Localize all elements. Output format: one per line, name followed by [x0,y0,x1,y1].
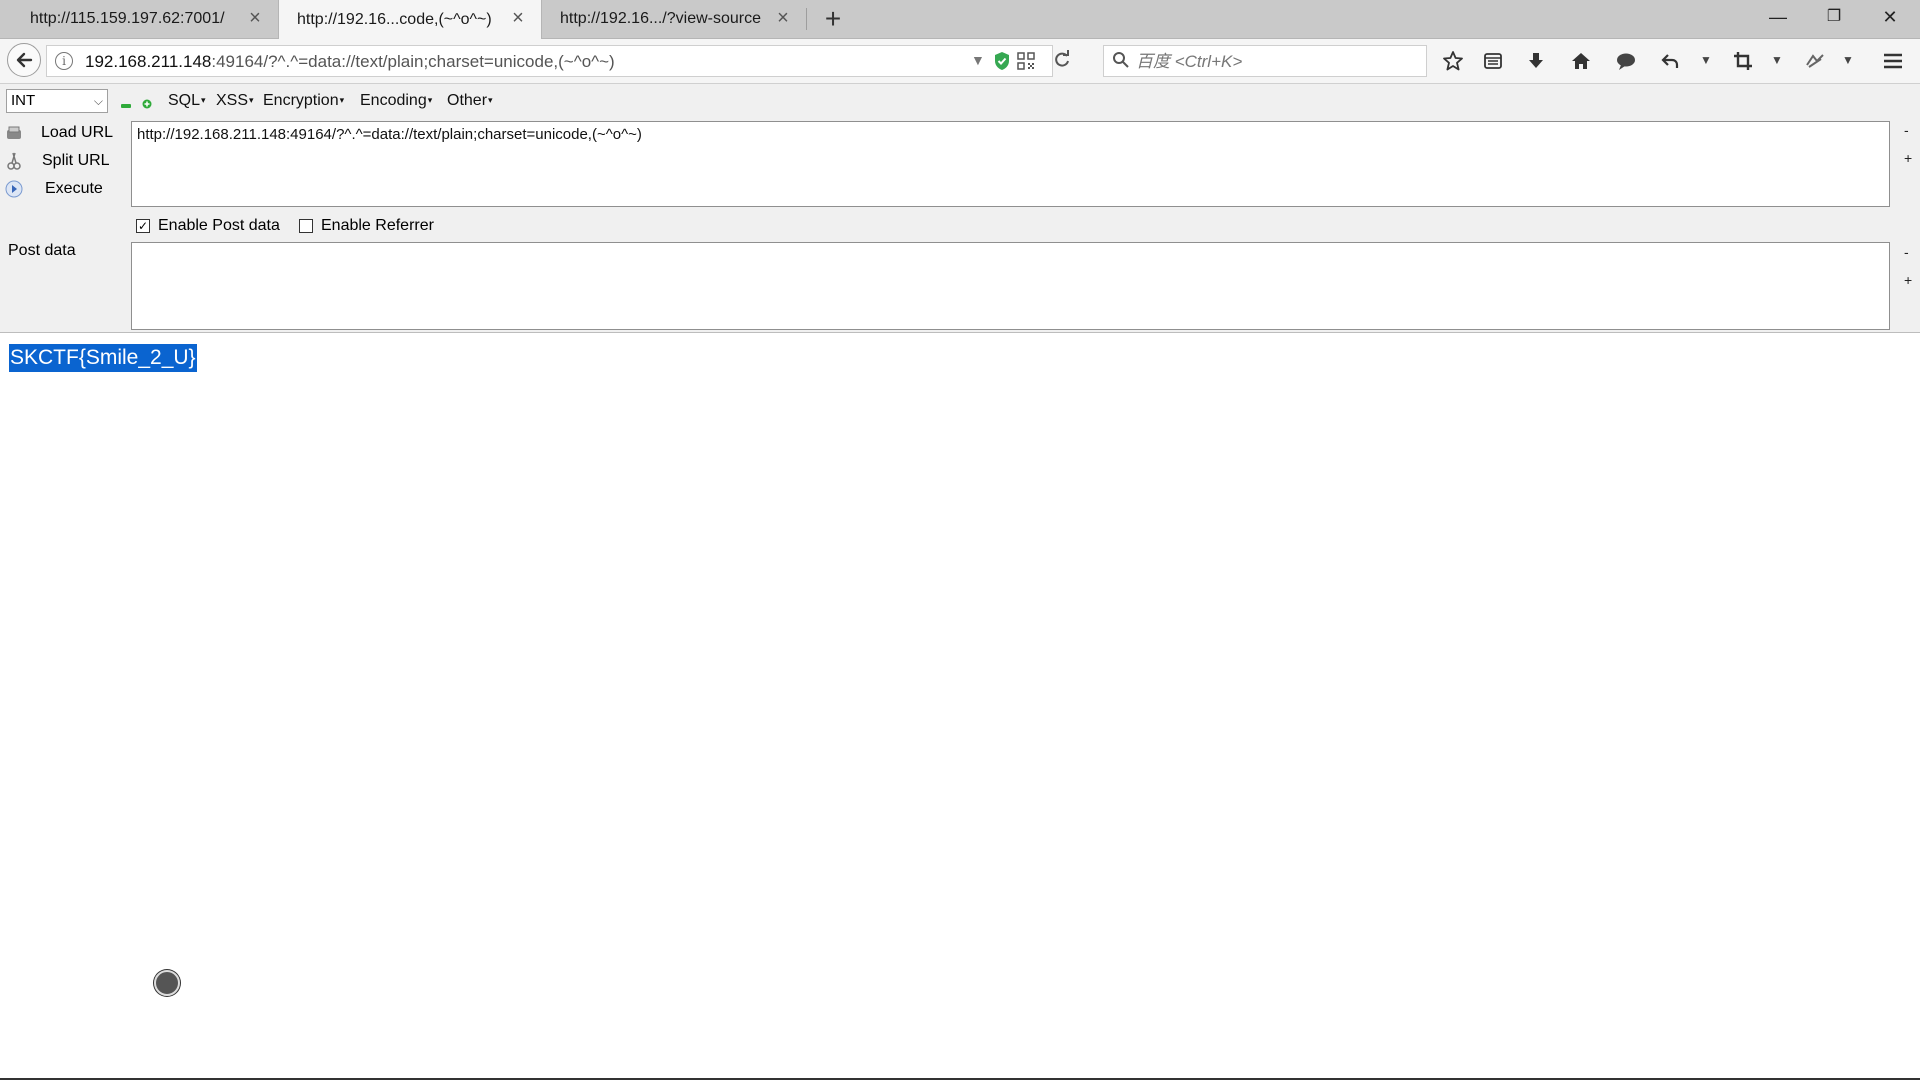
url-shrink-button[interactable]: - [1904,122,1909,138]
chevron-down-icon[interactable]: ▼ [1842,53,1854,67]
post-shrink-button[interactable]: - [1904,244,1909,260]
load-url-button[interactable]: Load URL [0,122,120,146]
search-icon [1113,52,1129,68]
minimize-button[interactable]: — [1750,0,1806,34]
new-tab-button[interactable]: + [818,4,848,34]
enable-post-data-checkbox[interactable]: ✓ Enable Post data [136,217,280,235]
post-data-textarea[interactable] [131,242,1890,330]
close-icon[interactable]: × [509,8,527,28]
url-grow-button[interactable]: + [1904,150,1912,166]
url-text[interactable]: 192.168.211.148:49164/?^.^=data://text/p… [85,52,615,72]
home-icon[interactable] [1568,49,1594,73]
address-bar[interactable]: i 192.168.211.148:49164/?^.^=data://text… [46,45,1069,77]
bookmark-star-icon[interactable] [1440,49,1466,73]
chevron-down-icon[interactable]: ▼ [1771,53,1783,67]
menu-icon[interactable] [1880,49,1906,73]
tab-title: http://192.16...code,(~^o^~) [297,10,492,28]
chevron-down-icon: ⌵ [93,94,103,108]
enable-referrer-label: Enable Referrer [321,217,434,234]
chat-icon[interactable] [1613,49,1639,73]
menu-encoding[interactable]: Encoding▾ [360,92,432,110]
execute-label: Execute [45,180,103,197]
close-icon[interactable]: × [774,8,792,28]
menu-encryption[interactable]: Encryption▾ [263,92,344,110]
screenshot-crop-icon[interactable] [1730,49,1756,73]
menu-label: Other [447,92,488,109]
restore-button[interactable]: ❐ [1806,0,1862,34]
menu-sql[interactable]: SQL▾ [168,92,206,110]
chevron-down-icon[interactable]: ▼ [1700,53,1712,67]
back-arrow-icon [16,52,33,68]
menu-label: Encryption [263,92,339,109]
back-button[interactable] [7,43,41,77]
menu-label: SQL [168,92,201,109]
menu-label: Encoding [360,92,427,109]
tab-title: http://115.159.197.62:7001/ [30,10,225,27]
menu-xss[interactable]: XSS▾ [216,92,254,110]
flag-text: SKCTF{Smile_2_U} [9,344,197,372]
navigation-bar: i 192.168.211.148:49164/?^.^=data://text… [0,39,1920,84]
url-textarea[interactable]: http://192.168.211.148:49164/?^.^=data:/… [131,121,1890,207]
shield-icon[interactable] [993,51,1011,76]
enable-referrer-checkbox[interactable]: Enable Referrer [299,217,434,235]
download-icon[interactable] [1523,49,1549,73]
close-window-button[interactable]: ✕ [1862,0,1918,34]
extension-icon[interactable] [1802,49,1828,73]
search-bar[interactable] [1103,45,1427,77]
reading-list-icon[interactable] [1480,49,1506,73]
tab-1[interactable]: http://115.159.197.62:7001/ × [12,0,278,38]
post-data-label: Post data [8,242,76,259]
tab-3[interactable]: http://192.16.../?view-source × [542,0,806,38]
url-host: 192.168.211.148 [85,52,212,71]
qr-code-icon[interactable] [1017,52,1035,75]
url-path: :49164/?^.^=data://text/plain;charset=un… [211,52,615,71]
info-icon[interactable]: i [55,52,73,70]
load-url-icon [7,126,21,139]
scissors-icon [7,152,21,170]
tab-strip: http://115.159.197.62:7001/ × http://192… [0,0,1920,39]
menu-other[interactable]: Other▾ [447,92,493,110]
enable-post-data-label: Enable Post data [158,217,280,234]
increase-icon[interactable] [142,96,152,109]
tab-separator [806,8,807,30]
split-url-button[interactable]: Split URL [0,150,120,174]
search-input[interactable] [1134,50,1418,74]
decrease-icon[interactable] [121,97,131,108]
tab-2[interactable]: http://192.16...code,(~^o^~) × [278,0,542,39]
split-url-label: Split URL [42,152,110,169]
close-icon[interactable]: × [246,8,264,28]
type-select-value: INT [11,92,36,109]
type-select[interactable]: INT ⌵ [6,89,108,113]
undo-icon[interactable] [1657,49,1683,73]
hackbar-panel: INT ⌵ SQL▾ XSS▾ Encryption▾ Encoding▾ Ot… [0,84,1920,333]
post-grow-button[interactable]: + [1904,272,1912,288]
checkbox-checked-icon: ✓ [136,219,150,233]
mouse-cursor-indicator [154,970,180,996]
checkbox-unchecked-icon [299,219,313,233]
tab-title: http://192.16.../?view-source [560,10,761,27]
reload-icon[interactable] [1052,49,1072,77]
menu-label: XSS [216,92,249,109]
url-dropdown-icon[interactable]: ▼ [971,52,985,68]
execute-button[interactable]: Execute [0,178,120,202]
load-url-label: Load URL [41,124,114,141]
play-icon [5,180,23,198]
